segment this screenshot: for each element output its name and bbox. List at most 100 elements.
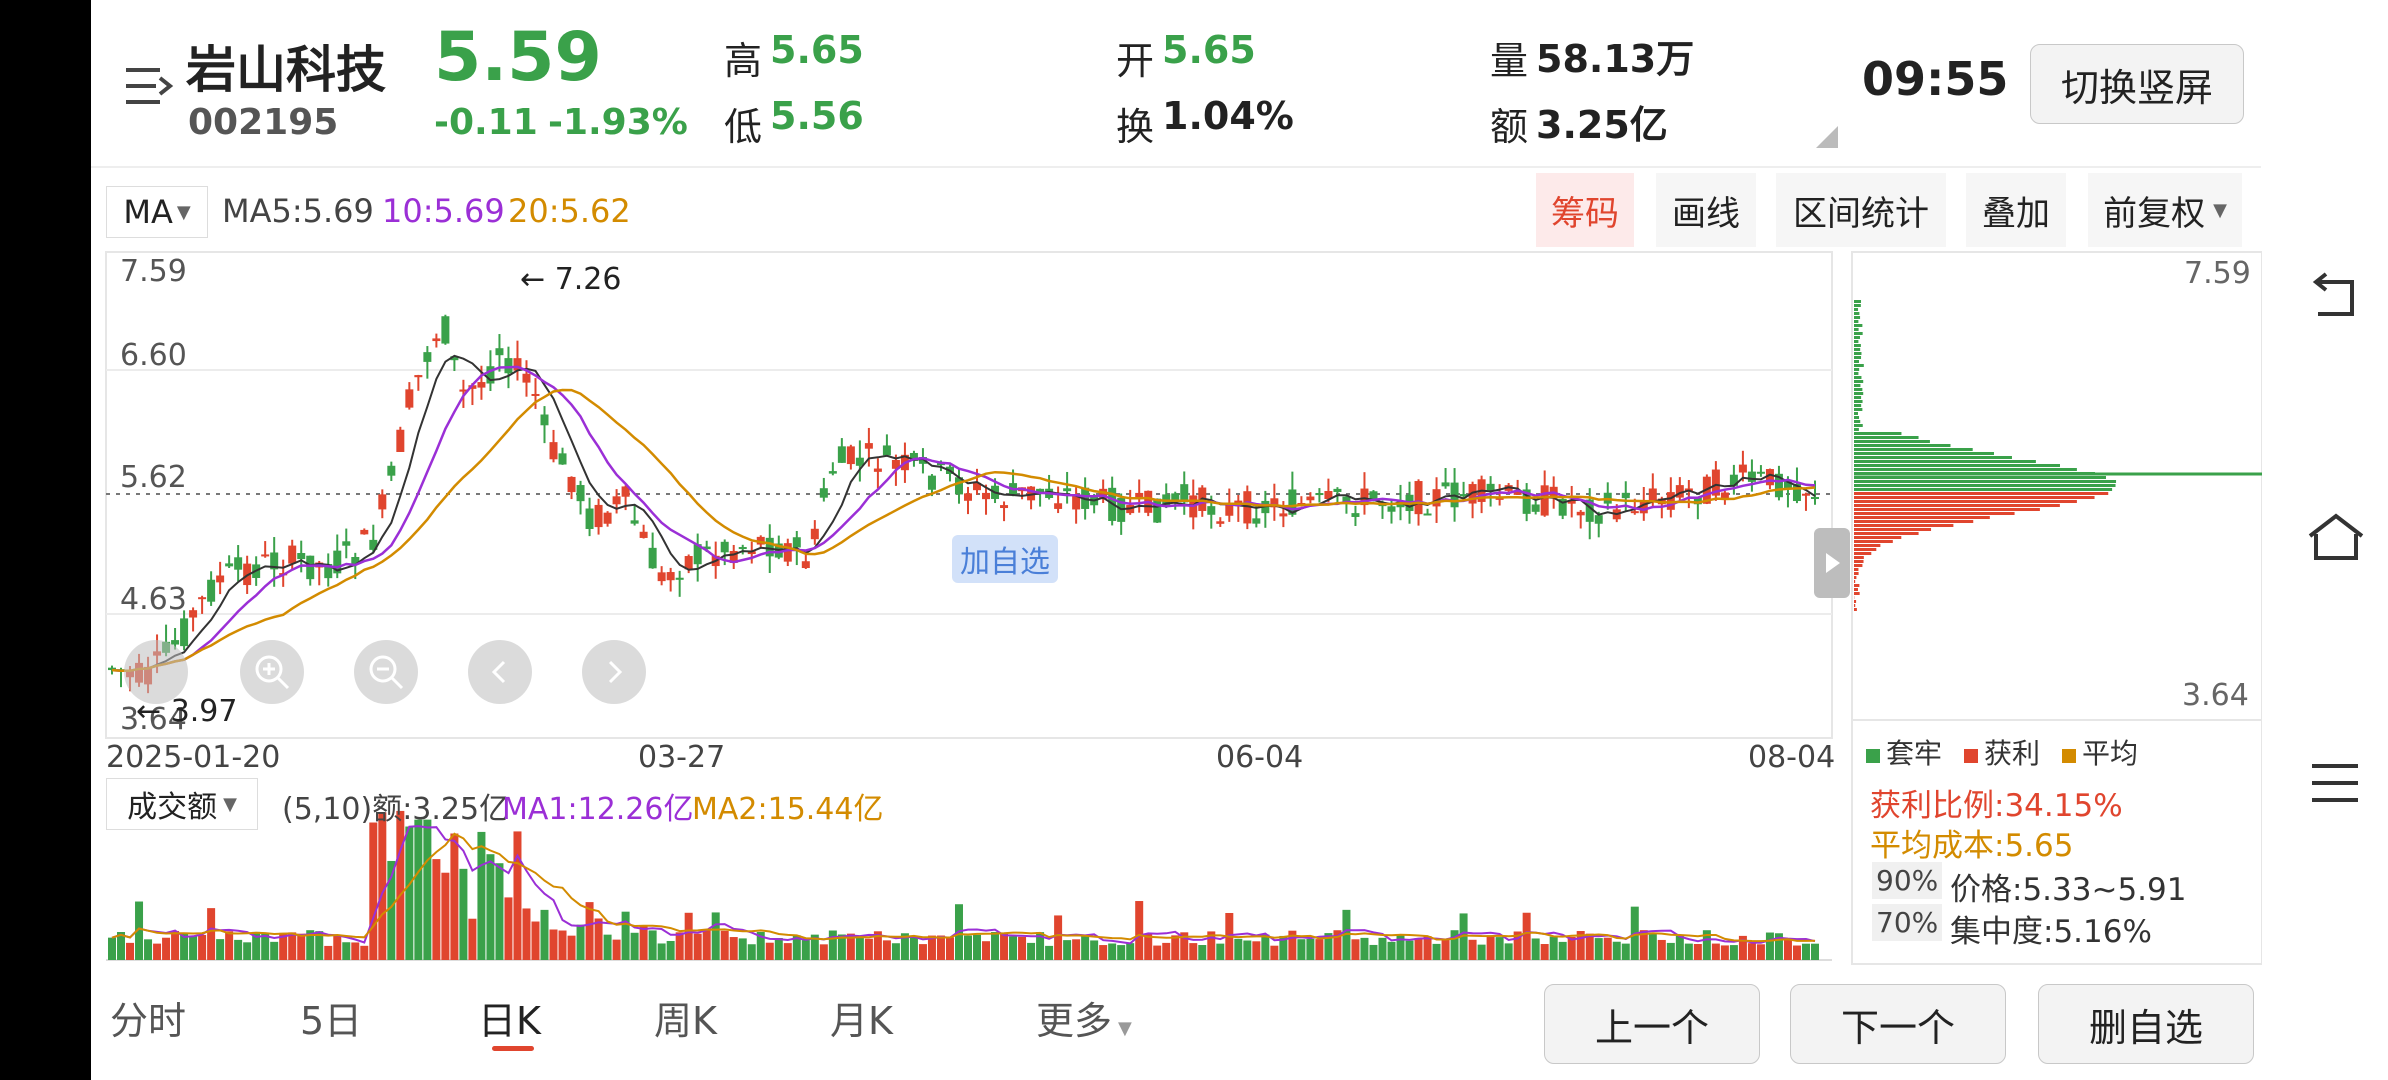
candle-body — [558, 453, 567, 465]
scroll-right-button[interactable] — [582, 640, 646, 704]
candle-body — [1576, 511, 1585, 516]
axis-tick-label: 4.63 — [120, 582, 187, 617]
volume-bar — [864, 938, 873, 960]
date-label: 2025-01-20 — [106, 740, 281, 775]
candle-body — [1369, 491, 1378, 500]
candle-body — [1756, 471, 1765, 474]
candle-body — [603, 512, 612, 524]
candle-body — [288, 545, 297, 564]
candle-body — [261, 554, 270, 557]
volume-bar — [1621, 943, 1630, 960]
remove-watch-button[interactable]: 删自选 — [2038, 984, 2254, 1064]
chip-bar — [1854, 508, 2040, 511]
candle-body — [1216, 521, 1225, 524]
back-icon[interactable] — [2308, 272, 2364, 322]
candle-body — [837, 446, 846, 463]
candle-body — [234, 557, 243, 570]
volume-bar — [711, 912, 720, 960]
candle-body — [198, 597, 207, 600]
scroll-left-button[interactable] — [468, 640, 532, 704]
chip-bar — [1854, 316, 1861, 319]
candle-body — [810, 528, 819, 540]
volume-bar — [522, 908, 531, 960]
volume-bar — [855, 937, 864, 960]
volume-bar — [1603, 937, 1612, 960]
chevron-right-icon — [608, 660, 623, 684]
volume-bar — [567, 935, 576, 960]
volume-bar — [360, 945, 369, 960]
volume-bar — [225, 931, 234, 960]
home-icon[interactable] — [2306, 512, 2366, 562]
tab-weekly-k[interactable]: 周K — [654, 990, 717, 1045]
chip-bar — [1854, 572, 1859, 575]
chip-bar — [1854, 504, 2060, 507]
volume-bar — [819, 944, 828, 960]
tab-daily-k[interactable]: 日K — [478, 990, 541, 1045]
chip-bar — [1854, 388, 1863, 391]
tab-monthly-k[interactable]: 月K — [830, 990, 893, 1045]
candle-body — [720, 541, 729, 553]
volume-indicator-select[interactable]: 成交额 ▼ — [106, 778, 258, 830]
volume-bar — [612, 939, 621, 960]
tab-more[interactable]: 更多 ▼ — [1036, 990, 1132, 1045]
chip-bar — [1854, 420, 1861, 423]
chip-bar — [1854, 500, 2077, 503]
candle-body — [630, 520, 639, 524]
volume-bar — [495, 863, 504, 960]
chip-bar — [1854, 304, 1861, 307]
candle-body — [342, 541, 351, 546]
volume-bar — [1801, 943, 1810, 960]
zoom-in-button[interactable] — [240, 640, 304, 704]
prev-stock-button[interactable]: 上一个 — [1544, 984, 1760, 1064]
volume-bar — [594, 918, 603, 960]
chip-bar — [1854, 408, 1863, 411]
chip-bar — [1854, 544, 1881, 547]
recent-apps-icon[interactable] — [2310, 760, 2360, 806]
zoom-out-button[interactable] — [354, 640, 418, 704]
expand-chip-handle[interactable] — [1814, 528, 1850, 598]
volume-bar — [243, 942, 252, 960]
volume-bar — [621, 911, 630, 960]
candle-body — [1630, 511, 1639, 514]
chip-bar — [1854, 492, 2109, 495]
candle-body — [549, 442, 558, 460]
volume-bar — [801, 940, 810, 960]
volume-bar — [1009, 936, 1018, 960]
candle-body — [982, 492, 991, 500]
tab-5day[interactable]: 5日 — [300, 990, 362, 1045]
candle-body — [639, 531, 648, 538]
volume-bar — [693, 933, 702, 960]
chip-bar — [1854, 328, 1859, 331]
candle-body — [1414, 481, 1423, 515]
candle-body — [927, 475, 936, 490]
volume-indicator-name: 成交额 — [127, 790, 218, 825]
volume-bar — [423, 819, 432, 960]
chip-90-tag: 90% — [1872, 862, 1943, 899]
tab-intraday[interactable]: 分时 — [110, 990, 186, 1045]
volume-bar — [504, 897, 513, 960]
candle-body — [1810, 497, 1819, 500]
volume-bar — [1522, 912, 1531, 960]
volume-bar — [162, 937, 171, 960]
scroll-left-fast-button[interactable] — [124, 640, 188, 704]
chip-bar — [1854, 432, 1902, 435]
volume-bar — [1090, 940, 1099, 960]
candle-body — [225, 563, 234, 567]
chip-bar — [1854, 368, 1860, 371]
chip-bar — [1854, 452, 1994, 455]
volume-bar — [1549, 936, 1558, 960]
volume-bar — [216, 939, 225, 960]
volume-bar — [1711, 943, 1720, 960]
volume-bar — [1189, 943, 1198, 960]
add-watch-tag[interactable]: 加自选 — [952, 535, 1058, 583]
candle-body — [846, 446, 855, 465]
volume-bar — [828, 930, 837, 960]
candle-body — [964, 493, 972, 501]
next-stock-button[interactable]: 下一个 — [1790, 984, 2006, 1064]
volume-bar — [1450, 930, 1459, 960]
volume-bar — [991, 932, 1000, 960]
volume-bar — [414, 819, 423, 960]
volume-bar — [1540, 944, 1549, 960]
candle-body — [1000, 505, 1009, 509]
volume-bar — [1072, 939, 1081, 960]
